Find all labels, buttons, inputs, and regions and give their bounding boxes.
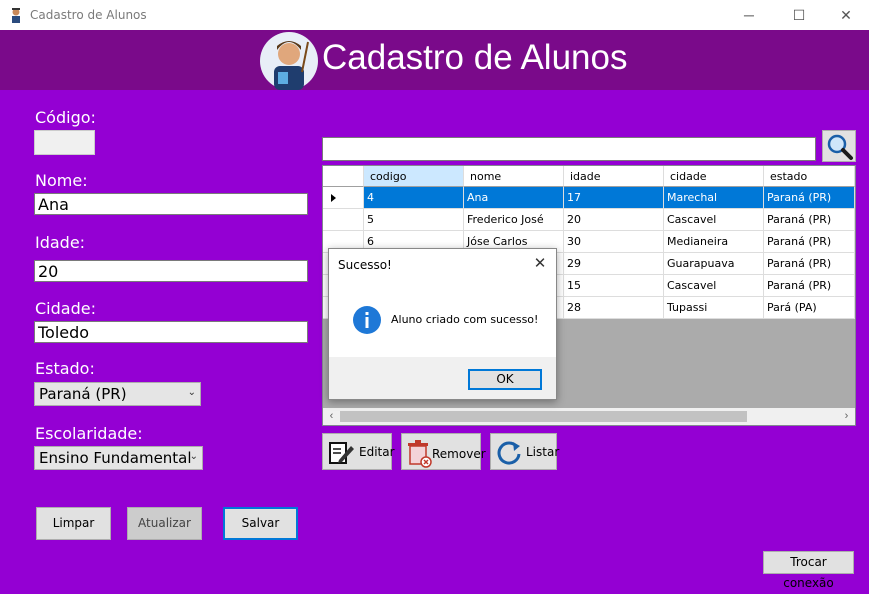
maximize-button[interactable]: ☐ [776,0,822,30]
cell-idade[interactable]: 20 [564,209,664,231]
remover-button[interactable]: Remover [401,433,486,470]
page-title: Cadastro de Alunos [322,38,628,77]
cell-estado[interactable]: Paraná (PR) [764,231,855,253]
codigo-label: Código: [35,108,96,127]
row-header[interactable] [323,209,364,231]
cell-idade[interactable]: 17 [564,187,664,209]
limpar-button[interactable]: Limpar [36,507,111,540]
idade-input[interactable]: 20 [34,260,308,282]
column-header-idade[interactable]: idade [564,166,664,187]
cell-cidade[interactable]: Cascavel [664,275,764,297]
row-header[interactable] [323,187,364,209]
minimize-button[interactable]: ─ [726,0,772,30]
cell-estado[interactable]: Paraná (PR) [764,209,855,231]
estado-label: Estado: [35,359,95,378]
column-header-nome[interactable]: nome [464,166,564,187]
cidade-input[interactable]: Toledo [34,321,308,343]
table-row[interactable]: 5 Frederico José 20 Cascavel Paraná (PR) [323,209,855,231]
dialog-body: Aluno criado com sucesso! [329,279,556,357]
editar-button[interactable]: Editar [322,433,395,470]
cell-codigo[interactable]: 5 [364,209,464,231]
trocar-conexao-button[interactable]: Trocar conexão [763,551,854,590]
scroll-right-icon[interactable]: › [838,408,855,425]
atualizar-button[interactable]: Atualizar [127,507,202,540]
teacher-avatar-icon [260,32,318,90]
escolaridade-select[interactable]: Ensino Fundamental ⌄ [34,446,203,470]
info-icon [353,306,381,334]
trash-icon [408,440,432,468]
cell-cidade[interactable]: Tupassi [664,297,764,319]
listar-label: Listar [526,445,560,459]
cell-idade[interactable]: 29 [564,253,664,275]
nome-label: Nome: [35,171,88,190]
cell-estado[interactable]: Paraná (PR) [764,187,855,209]
cell-cidade[interactable]: Marechal [664,187,764,209]
window-title: Cadastro de Alunos [30,8,147,22]
codigo-field[interactable] [34,130,95,155]
dialog-titlebar: Sucesso! ✕ [329,249,556,279]
estado-select-value: Paraná (PR) [39,385,127,403]
escolaridade-label: Escolaridade: [35,424,143,443]
estado-select[interactable]: Paraná (PR) ⌄ [34,382,201,406]
row-selector-arrow-icon [331,194,336,202]
close-button[interactable]: ✕ [823,0,869,30]
success-dialog: Sucesso! ✕ Aluno criado com sucesso! OK [328,248,557,400]
dialog-close-icon[interactable]: ✕ [529,255,551,273]
cell-cidade[interactable]: Cascavel [664,209,764,231]
search-icon [827,134,853,160]
scrollbar-thumb[interactable] [340,411,747,422]
grid-corner-header [323,166,364,187]
cell-cidade[interactable]: Medianeira [664,231,764,253]
nome-input[interactable]: Ana [34,193,308,215]
edit-icon [329,442,354,464]
cell-estado[interactable]: Paraná (PR) [764,275,855,297]
student-icon [12,8,20,23]
editar-label: Editar [359,445,395,459]
refresh-icon [497,441,521,465]
window-titlebar: Cadastro de Alunos ─ ☐ ✕ [0,0,869,30]
dialog-title: Sucesso! [338,258,392,272]
cell-codigo[interactable]: 4 [364,187,464,209]
cell-estado[interactable]: Paraná (PR) [764,253,855,275]
idade-label: Idade: [35,233,86,252]
horizontal-scrollbar[interactable]: ‹ › [323,408,855,425]
chevron-down-icon: ⌄ [189,451,198,462]
escolaridade-select-value: Ensino Fundamental [39,449,192,467]
cidade-label: Cidade: [35,299,96,318]
search-input[interactable] [322,137,816,161]
salvar-button[interactable]: Salvar [223,507,298,540]
cell-nome[interactable]: Frederico José [464,209,564,231]
column-header-cidade[interactable]: cidade [664,166,764,187]
cell-idade[interactable]: 28 [564,297,664,319]
listar-button[interactable]: Listar [490,433,560,470]
column-header-codigo[interactable]: codigo [364,166,464,187]
cell-cidade[interactable]: Guarapuava [664,253,764,275]
table-row[interactable]: 4 Ana 17 Marechal Paraná (PR) [323,187,855,209]
dialog-ok-button[interactable]: OK [468,369,542,390]
search-button[interactable] [822,130,856,162]
cell-nome[interactable]: Ana [464,187,564,209]
column-header-estado[interactable]: estado [764,166,855,187]
scroll-left-icon[interactable]: ‹ [323,408,340,425]
cell-estado[interactable]: Pará (PA) [764,297,855,319]
cell-idade[interactable]: 15 [564,275,664,297]
cell-idade[interactable]: 30 [564,231,664,253]
remover-label: Remover [432,447,486,461]
dialog-message: Aluno criado com sucesso! [391,313,539,326]
chevron-down-icon: ⌄ [187,387,196,398]
